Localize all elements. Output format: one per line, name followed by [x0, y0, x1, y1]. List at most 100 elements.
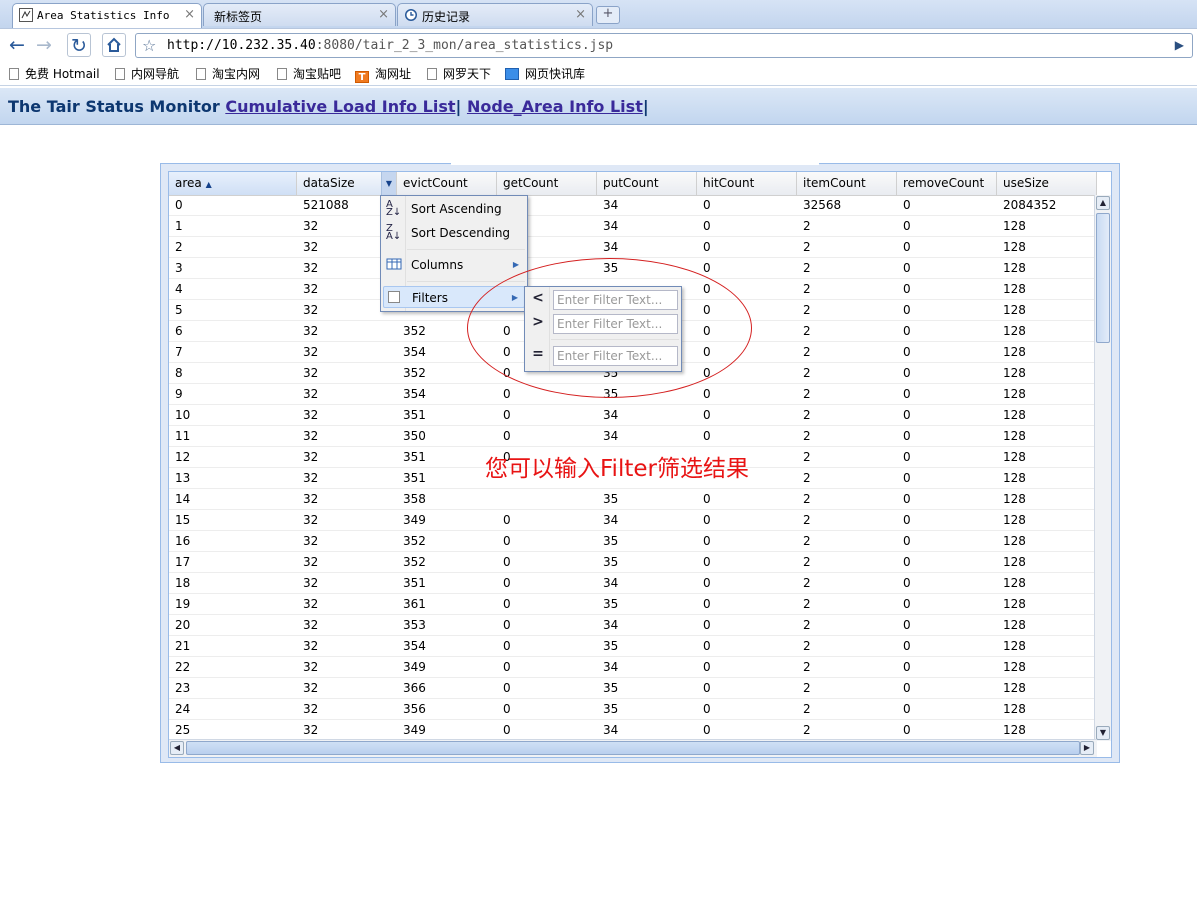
- table-cell-removeCount: 0: [903, 534, 911, 548]
- column-menu-trigger-icon[interactable]: ▼: [381, 172, 396, 195]
- table-cell-area: 25: [175, 723, 191, 737]
- column-header-area[interactable]: area ▲: [169, 172, 297, 195]
- go-arrow-icon[interactable]: ▶: [1175, 38, 1184, 52]
- scroll-down-icon[interactable]: ▼: [1096, 726, 1110, 740]
- bookmark-star-icon[interactable]: ☆: [142, 36, 156, 55]
- table-cell-getCount: 0: [503, 408, 511, 422]
- column-header-removecount[interactable]: removeCount: [897, 172, 997, 195]
- table-cell-useSize: 128: [1003, 660, 1026, 674]
- filter-greater-than-input[interactable]: Enter Filter Text...: [553, 314, 678, 334]
- table-row[interactable]: 23 32 366 0 35 0 2 0 128: [169, 678, 1097, 699]
- scroll-left-icon[interactable]: ◀: [170, 741, 184, 755]
- table-row[interactable]: 20 32 353 0 34 0 2 0 128: [169, 615, 1097, 636]
- close-icon[interactable]: ×: [575, 7, 586, 22]
- menu-item-sort-ascending[interactable]: A Z↓ Sort Ascending: [383, 198, 525, 220]
- table-cell-evictCount: 351: [403, 576, 426, 590]
- table-row[interactable]: 3 32 35 0 2 0 128: [169, 258, 1097, 279]
- table-cell-hitCount: 0: [703, 660, 711, 674]
- column-header-evictcount[interactable]: evictCount: [397, 172, 497, 195]
- column-label: useSize: [1003, 176, 1049, 190]
- table-cell-removeCount: 0: [903, 345, 911, 359]
- table-cell-dataSize: 32: [303, 639, 319, 653]
- menu-separator: [407, 249, 525, 250]
- address-bar[interactable]: ☆ http://10.232.35.40:8080/tair_2_3_mon/…: [135, 33, 1193, 58]
- reload-icon[interactable]: ↻: [67, 33, 91, 57]
- node-area-link[interactable]: Node_Area Info List: [467, 97, 643, 116]
- column-header-hitcount[interactable]: hitCount: [697, 172, 797, 195]
- table-cell-dataSize: 32: [303, 324, 319, 338]
- table-row[interactable]: 17 32 352 0 35 0 2 0 128: [169, 552, 1097, 573]
- cumulative-load-link[interactable]: Cumulative Load Info List: [225, 97, 455, 116]
- scroll-thumb[interactable]: [1096, 213, 1110, 343]
- table-cell-area: 22: [175, 660, 191, 674]
- close-icon[interactable]: ×: [378, 7, 389, 22]
- column-header-itemcount[interactable]: itemCount: [797, 172, 897, 195]
- horizontal-scrollbar[interactable]: ◀ ▶: [169, 739, 1097, 757]
- bookmark-web-slices[interactable]: 网页快讯库: [505, 65, 585, 82]
- filter-less-than-input[interactable]: Enter Filter Text...: [553, 290, 678, 310]
- forward-arrow-icon[interactable]: →: [32, 33, 56, 57]
- table-row[interactable]: 10 32 351 0 34 0 2 0 128: [169, 405, 1097, 426]
- tab-label: 历史记录: [422, 10, 471, 24]
- vertical-scrollbar[interactable]: ▲ ▼: [1094, 195, 1111, 741]
- table-cell-putCount: 35: [603, 681, 619, 695]
- table-row[interactable]: 21 32 354 0 35 0 2 0 128: [169, 636, 1097, 657]
- table-row[interactable]: 14 32 358 35 0 2 0 128: [169, 489, 1097, 510]
- table-cell-useSize: 128: [1003, 702, 1026, 716]
- bookmark-taobao-tieba[interactable]: 淘宝贴吧: [277, 65, 341, 82]
- table-cell-area: 21: [175, 639, 191, 653]
- menu-item-filters[interactable]: Filters ▶: [383, 286, 525, 308]
- bookmark-hotmail[interactable]: 免费 Hotmail: [9, 65, 100, 82]
- table-cell-removeCount: 0: [903, 513, 911, 527]
- table-cell-useSize: 128: [1003, 639, 1026, 653]
- table-row[interactable]: 11 32 350 0 34 0 2 0 128: [169, 426, 1097, 447]
- table-row[interactable]: 15 32 349 0 34 0 2 0 128: [169, 510, 1097, 531]
- column-header-putcount[interactable]: putCount: [597, 172, 697, 195]
- table-cell-hitCount: 0: [703, 366, 711, 380]
- tab-new-tab[interactable]: 新标签页 ×: [203, 3, 396, 26]
- column-header-usesize[interactable]: useSize: [997, 172, 1097, 195]
- table-row[interactable]: 16 32 352 0 35 0 2 0 128: [169, 531, 1097, 552]
- menu-item-sort-descending[interactable]: Z A↓ Sort Descending: [383, 222, 525, 244]
- table-row[interactable]: 0 521088 34 0 32568 0 2084352: [169, 195, 1097, 216]
- bookmark-taowangzhi[interactable]: T 淘网址: [355, 65, 411, 83]
- table-row[interactable]: 9 32 354 0 35 0 2 0 128: [169, 384, 1097, 405]
- table-cell-dataSize: 32: [303, 513, 319, 527]
- tab-area-statistics[interactable]: Area Statistics Info ×: [12, 3, 202, 28]
- table-row[interactable]: 22 32 349 0 34 0 2 0 128: [169, 657, 1097, 678]
- scroll-up-icon[interactable]: ▲: [1096, 196, 1110, 210]
- column-header-getcount[interactable]: getCount: [497, 172, 597, 195]
- table-row[interactable]: 2 32 34 0 2 0 128: [169, 237, 1097, 258]
- table-row[interactable]: 24 32 356 0 35 0 2 0 128: [169, 699, 1097, 720]
- bookmark-label: 内网导航: [131, 67, 180, 81]
- table-cell-area: 4: [175, 282, 183, 296]
- bookmark-wangluotianxia[interactable]: 网罗天下: [427, 65, 491, 82]
- table-row[interactable]: 25 32 349 0 34 0 2 0 128: [169, 720, 1097, 741]
- close-icon[interactable]: ×: [184, 7, 195, 22]
- scroll-thumb[interactable]: [186, 741, 1080, 755]
- submenu-arrow-icon: ▶: [511, 293, 518, 302]
- new-tab-button[interactable]: +: [596, 6, 620, 24]
- bookmark-intranet-nav[interactable]: 内网导航: [115, 65, 179, 82]
- checkbox-icon[interactable]: [387, 290, 403, 306]
- bookmark-label: 网页快讯库: [525, 67, 586, 81]
- tab-label: 新标签页: [214, 10, 263, 24]
- table-cell-useSize: 128: [1003, 387, 1026, 401]
- table-row[interactable]: 1 32 34 0 2 0 128: [169, 216, 1097, 237]
- tab-history[interactable]: 历史记录 ×: [397, 3, 593, 26]
- table-cell-evictCount: 349: [403, 513, 426, 527]
- table-row[interactable]: 18 32 351 0 34 0 2 0 128: [169, 573, 1097, 594]
- scroll-right-icon[interactable]: ▶: [1080, 741, 1094, 755]
- bookmark-label: 免费 Hotmail: [25, 67, 100, 81]
- table-cell-removeCount: 0: [903, 723, 911, 737]
- home-icon[interactable]: [102, 33, 126, 57]
- bookmark-taobao-intranet[interactable]: 淘宝内网: [196, 65, 260, 82]
- back-arrow-icon[interactable]: ←: [5, 33, 29, 57]
- filter-equals-input[interactable]: Enter Filter Text...: [553, 346, 678, 366]
- page-icon: [9, 68, 19, 80]
- column-header-datasize[interactable]: dataSize ▼: [297, 172, 397, 195]
- menu-item-columns[interactable]: Columns ▶: [383, 254, 525, 276]
- table-cell-area: 9: [175, 387, 183, 401]
- table-row[interactable]: 19 32 361 0 35 0 2 0 128: [169, 594, 1097, 615]
- table-cell-removeCount: 0: [903, 492, 911, 506]
